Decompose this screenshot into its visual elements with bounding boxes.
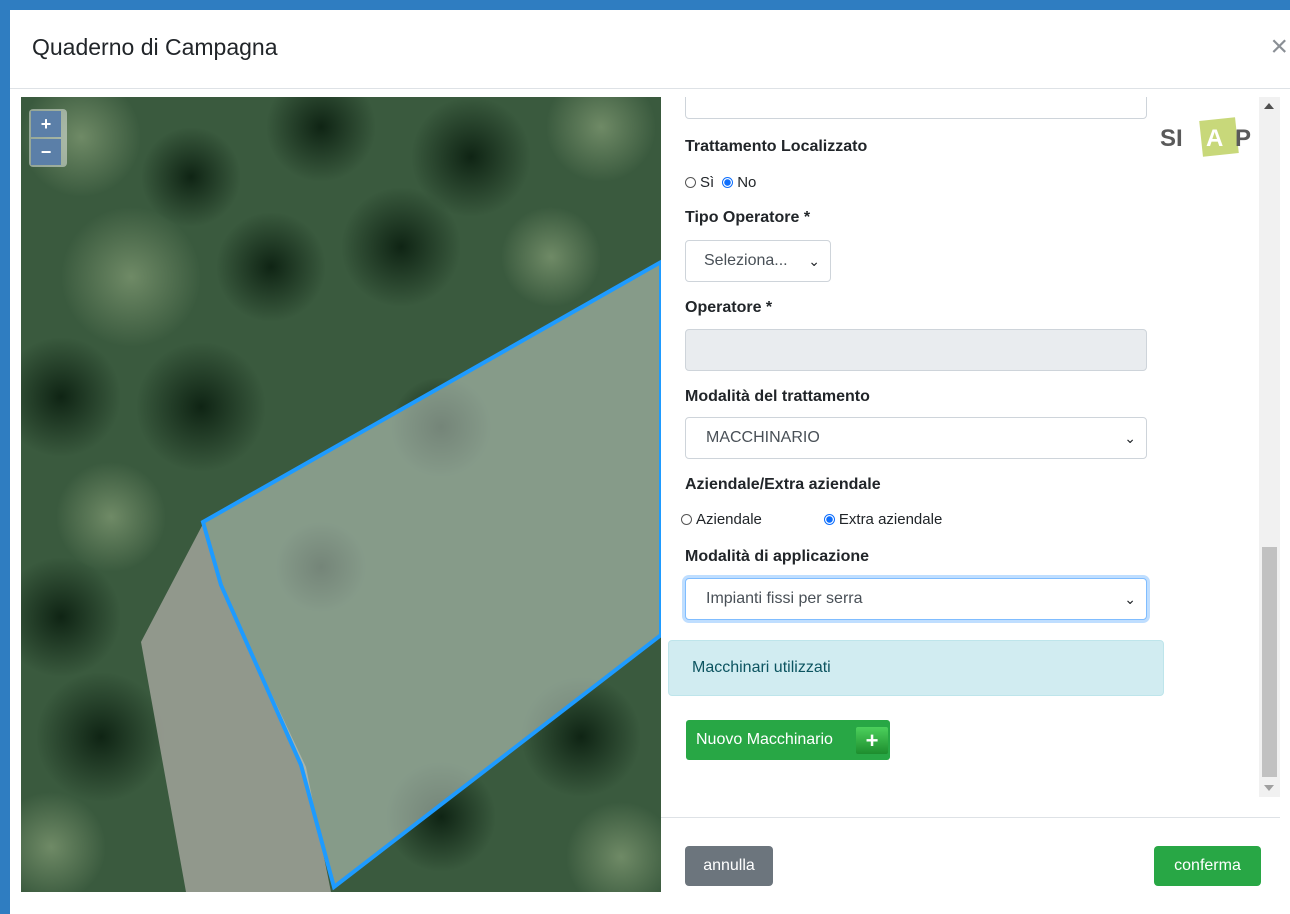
form-panel: SI A P Trattamento Localizzato Sì No Tip… xyxy=(661,97,1280,817)
modal-title: Quaderno di Campagna xyxy=(32,34,278,60)
trattamento-localizzato-label: Trattamento Localizzato xyxy=(685,138,868,155)
aziendale-radios: Aziendale Extra aziendale xyxy=(681,511,942,528)
macchinari-alert: Macchinari utilizzati xyxy=(668,640,1164,696)
radio-si[interactable] xyxy=(685,177,696,188)
chevron-down-icon: ⌄ xyxy=(1124,430,1136,446)
radio-extra-aziendale[interactable] xyxy=(823,514,835,525)
map-view[interactable]: + − xyxy=(21,97,661,892)
zoom-control: + − xyxy=(29,109,67,167)
modalita-trattamento-select[interactable]: MACCHINARIO ⌄ xyxy=(685,417,1147,459)
modalita-applicazione-label: Modalità di applicazione xyxy=(685,548,870,565)
zoom-out-button[interactable]: − xyxy=(31,139,61,165)
close-icon[interactable]: × xyxy=(1270,32,1288,62)
chevron-down-icon: ⌄ xyxy=(1124,591,1136,607)
window-frame-top xyxy=(0,0,1290,10)
window-frame-left xyxy=(0,0,10,914)
zoom-in-button[interactable]: + xyxy=(31,111,61,137)
radio-no-label: No xyxy=(737,174,757,191)
trattamento-localizzato-radios: Sì No xyxy=(685,174,756,191)
modal-footer: annulla conferma xyxy=(661,817,1280,904)
tipo-operatore-label: Tipo Operatore * xyxy=(685,209,811,226)
conferma-button[interactable]: conferma xyxy=(1154,846,1261,886)
radio-si-label: Sì xyxy=(700,174,715,191)
modalita-applicazione-select[interactable]: Impianti fissi per serra ⌄ xyxy=(685,578,1147,620)
annulla-button[interactable]: annulla xyxy=(685,846,773,886)
operatore-label: Operatore * xyxy=(685,299,773,316)
scroll-thumb[interactable] xyxy=(1262,547,1277,777)
panel-scrollbar[interactable] xyxy=(1259,97,1280,797)
chevron-down-icon: ⌄ xyxy=(808,253,820,269)
siap-logo: SI A P xyxy=(1160,115,1260,157)
aziendale-label: Aziendale/Extra aziendale xyxy=(685,476,881,493)
operatore-field[interactable] xyxy=(685,329,1147,371)
previous-field[interactable] xyxy=(685,97,1147,119)
modalita-trattamento-label: Modalità del trattamento xyxy=(685,388,870,405)
radio-aziendale-label: Aziendale xyxy=(696,511,762,528)
satellite-map xyxy=(21,97,661,892)
modal-header: Quaderno di Campagna × xyxy=(10,10,1290,89)
plus-icon: + xyxy=(856,727,888,754)
tipo-operatore-select[interactable]: Seleziona... ⌄ xyxy=(685,240,831,282)
radio-no[interactable] xyxy=(722,177,734,188)
radio-extra-aziendale-label: Extra aziendale xyxy=(838,511,943,528)
scroll-down-arrow-icon[interactable] xyxy=(1264,785,1274,791)
scroll-up-arrow-icon[interactable] xyxy=(1264,103,1274,109)
nuovo-macchinario-button[interactable]: Nuovo Macchinario + xyxy=(686,720,890,760)
radio-aziendale[interactable] xyxy=(681,514,692,525)
